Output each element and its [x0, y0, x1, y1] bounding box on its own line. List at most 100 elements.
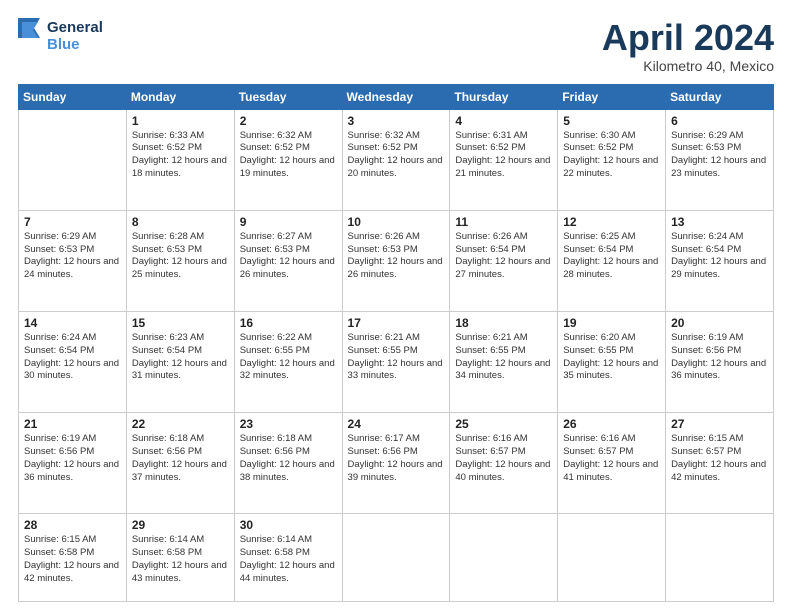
calendar-week-row: 7 Sunrise: 6:29 AMSunset: 6:53 PMDaylight… [19, 210, 774, 311]
day-info: Sunrise: 6:19 AMSunset: 6:56 PMDaylight:… [671, 332, 768, 383]
day-number: 11 [455, 215, 552, 229]
day-number: 12 [563, 215, 660, 229]
calendar-cell: 7 Sunrise: 6:29 AMSunset: 6:53 PMDaylight… [19, 210, 127, 311]
day-number: 7 [24, 215, 121, 229]
day-info: Sunrise: 6:23 AMSunset: 6:54 PMDaylight:… [132, 332, 229, 383]
day-info: Sunrise: 6:26 AMSunset: 6:53 PMDaylight:… [348, 231, 445, 282]
calendar-cell: 23 Sunrise: 6:18 AMSunset: 6:56 PMDayligh… [234, 413, 342, 514]
weekday-header-row: SundayMondayTuesdayWednesdayThursdayFrid… [19, 84, 774, 109]
calendar-cell: 18 Sunrise: 6:21 AMSunset: 6:55 PMDayligh… [450, 311, 558, 412]
day-number: 6 [671, 114, 768, 128]
day-number: 4 [455, 114, 552, 128]
day-info: Sunrise: 6:21 AMSunset: 6:55 PMDaylight:… [455, 332, 552, 383]
calendar-week-row: 1 Sunrise: 6:33 AMSunset: 6:52 PMDaylight… [19, 109, 774, 210]
weekday-header-saturday: Saturday [666, 84, 774, 109]
day-number: 17 [348, 316, 445, 330]
calendar-cell: 20Sunrise: 6:19 AMSunset: 6:56 PMDayligh… [666, 311, 774, 412]
logo-blue: Blue [47, 36, 103, 53]
calendar-table: SundayMondayTuesdayWednesdayThursdayFrid… [18, 84, 774, 602]
day-info: Sunrise: 6:32 AMSunset: 6:52 PMDaylight:… [348, 130, 445, 181]
day-info: Sunrise: 6:24 AMSunset: 6:54 PMDaylight:… [671, 231, 768, 282]
day-info: Sunrise: 6:18 AMSunset: 6:56 PMDaylight:… [132, 433, 229, 484]
day-info: Sunrise: 6:28 AMSunset: 6:53 PMDaylight:… [132, 231, 229, 282]
day-info: Sunrise: 6:20 AMSunset: 6:55 PMDaylight:… [563, 332, 660, 383]
day-info: Sunrise: 6:24 AMSunset: 6:54 PMDaylight:… [24, 332, 121, 383]
calendar-cell: 26 Sunrise: 6:16 AMSunset: 6:57 PMDayligh… [558, 413, 666, 514]
day-info: Sunrise: 6:25 AMSunset: 6:54 PMDaylight:… [563, 231, 660, 282]
logo-flag-icon [18, 18, 40, 54]
calendar-cell [342, 514, 450, 602]
day-number: 16 [240, 316, 337, 330]
day-number: 15 [132, 316, 229, 330]
day-info: Sunrise: 6:29 AMSunset: 6:53 PMDaylight:… [24, 231, 121, 282]
day-number: 18 [455, 316, 552, 330]
calendar-cell: 3Sunrise: 6:32 AMSunset: 6:52 PMDaylight… [342, 109, 450, 210]
day-info: Sunrise: 6:17 AMSunset: 6:56 PMDaylight:… [348, 433, 445, 484]
day-info: Sunrise: 6:18 AMSunset: 6:56 PMDaylight:… [240, 433, 337, 484]
calendar-cell: 21Sunrise: 6:19 AMSunset: 6:56 PMDayligh… [19, 413, 127, 514]
calendar-cell: 15 Sunrise: 6:23 AMSunset: 6:54 PMDayligh… [126, 311, 234, 412]
day-info: Sunrise: 6:26 AMSunset: 6:54 PMDaylight:… [455, 231, 552, 282]
day-number: 25 [455, 417, 552, 431]
day-number: 8 [132, 215, 229, 229]
calendar-cell: 28 Sunrise: 6:15 AMSunset: 6:58 PMDayligh… [19, 514, 127, 602]
day-number: 28 [24, 518, 121, 532]
day-info: Sunrise: 6:32 AMSunset: 6:52 PMDaylight:… [240, 130, 337, 181]
title-block: April 2024 Kilometro 40, Mexico [602, 18, 774, 74]
logo-general: General [47, 19, 103, 36]
weekday-header-friday: Friday [558, 84, 666, 109]
calendar-week-row: 14 Sunrise: 6:24 AMSunset: 6:54 PMDayligh… [19, 311, 774, 412]
day-info: Sunrise: 6:21 AMSunset: 6:55 PMDaylight:… [348, 332, 445, 383]
day-info: Sunrise: 6:29 AMSunset: 6:53 PMDaylight:… [671, 130, 768, 181]
calendar-cell: 24 Sunrise: 6:17 AMSunset: 6:56 PMDayligh… [342, 413, 450, 514]
calendar-cell: 6 Sunrise: 6:29 AMSunset: 6:53 PMDaylight… [666, 109, 774, 210]
calendar-cell: 16 Sunrise: 6:22 AMSunset: 6:55 PMDayligh… [234, 311, 342, 412]
calendar-cell: 5Sunrise: 6:30 AMSunset: 6:52 PMDaylight… [558, 109, 666, 210]
calendar-cell: 4 Sunrise: 6:31 AMSunset: 6:52 PMDaylight… [450, 109, 558, 210]
day-info: Sunrise: 6:22 AMSunset: 6:55 PMDaylight:… [240, 332, 337, 383]
day-number: 26 [563, 417, 660, 431]
day-number: 23 [240, 417, 337, 431]
calendar-week-row: 28 Sunrise: 6:15 AMSunset: 6:58 PMDayligh… [19, 514, 774, 602]
day-number: 5 [563, 114, 660, 128]
day-number: 9 [240, 215, 337, 229]
calendar-cell: 27 Sunrise: 6:15 AMSunset: 6:57 PMDayligh… [666, 413, 774, 514]
day-number: 13 [671, 215, 768, 229]
calendar-cell: 19Sunrise: 6:20 AMSunset: 6:55 PMDayligh… [558, 311, 666, 412]
weekday-header-wednesday: Wednesday [342, 84, 450, 109]
day-info: Sunrise: 6:16 AMSunset: 6:57 PMDaylight:… [563, 433, 660, 484]
calendar-cell: 12 Sunrise: 6:25 AMSunset: 6:54 PMDayligh… [558, 210, 666, 311]
day-number: 29 [132, 518, 229, 532]
calendar-cell [450, 514, 558, 602]
logo: GeneralBlue [18, 18, 103, 54]
day-info: Sunrise: 6:15 AMSunset: 6:57 PMDaylight:… [671, 433, 768, 484]
day-info: Sunrise: 6:27 AMSunset: 6:53 PMDaylight:… [240, 231, 337, 282]
day-info: Sunrise: 6:31 AMSunset: 6:52 PMDaylight:… [455, 130, 552, 181]
calendar-cell: 29 Sunrise: 6:14 AMSunset: 6:58 PMDayligh… [126, 514, 234, 602]
day-number: 24 [348, 417, 445, 431]
weekday-header-sunday: Sunday [19, 84, 127, 109]
header: GeneralBlue April 2024 Kilometro 40, Mex… [18, 18, 774, 74]
day-number: 2 [240, 114, 337, 128]
day-info: Sunrise: 6:33 AMSunset: 6:52 PMDaylight:… [132, 130, 229, 181]
calendar-cell: 1 Sunrise: 6:33 AMSunset: 6:52 PMDaylight… [126, 109, 234, 210]
calendar-cell [19, 109, 127, 210]
calendar-cell: 14 Sunrise: 6:24 AMSunset: 6:54 PMDayligh… [19, 311, 127, 412]
day-number: 27 [671, 417, 768, 431]
day-info: Sunrise: 6:14 AMSunset: 6:58 PMDaylight:… [240, 534, 337, 585]
calendar-cell: 10 Sunrise: 6:26 AMSunset: 6:53 PMDayligh… [342, 210, 450, 311]
weekday-header-thursday: Thursday [450, 84, 558, 109]
day-info: Sunrise: 6:16 AMSunset: 6:57 PMDaylight:… [455, 433, 552, 484]
day-number: 1 [132, 114, 229, 128]
month-title: April 2024 [602, 18, 774, 58]
calendar-cell [558, 514, 666, 602]
calendar-cell: 17 Sunrise: 6:21 AMSunset: 6:55 PMDayligh… [342, 311, 450, 412]
day-number: 10 [348, 215, 445, 229]
day-info: Sunrise: 6:14 AMSunset: 6:58 PMDaylight:… [132, 534, 229, 585]
calendar-cell: 13 Sunrise: 6:24 AMSunset: 6:54 PMDayligh… [666, 210, 774, 311]
day-number: 21 [24, 417, 121, 431]
calendar-cell: 8 Sunrise: 6:28 AMSunset: 6:53 PMDaylight… [126, 210, 234, 311]
day-info: Sunrise: 6:15 AMSunset: 6:58 PMDaylight:… [24, 534, 121, 585]
day-number: 14 [24, 316, 121, 330]
weekday-header-monday: Monday [126, 84, 234, 109]
